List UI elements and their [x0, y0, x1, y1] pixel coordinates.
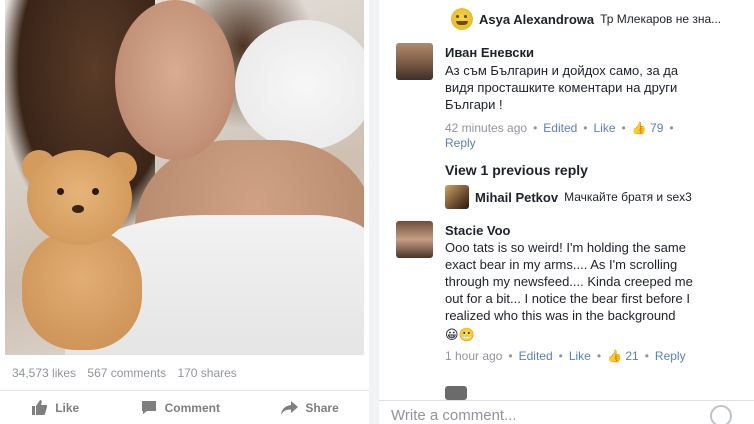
teddy-bear — [17, 150, 147, 350]
bear-nose — [72, 205, 84, 213]
meta-separator: • — [583, 121, 588, 135]
comment-stacie: Stacie Voo Ooo tats is so weird! I'm hol… — [445, 223, 750, 364]
comment-like-button[interactable]: Like — [569, 349, 591, 363]
photo-face — [115, 0, 235, 160]
photo-pillow — [235, 20, 364, 150]
comment-label: Comment — [164, 400, 220, 415]
post-stats: 34,573 likes 567 comments 170 shares — [12, 366, 245, 380]
comment-body: Аз съм Българин и дойдох само, за да вид… — [445, 62, 745, 113]
comment-meta: 42 minutes ago • Edited • Like • 👍 79 • Reply — [445, 121, 745, 151]
reaction-count[interactable]: 👍 79 — [632, 121, 664, 135]
avatar-next-reply[interactable] — [445, 386, 467, 400]
post-actions: Like Comment Share — [0, 390, 369, 424]
comment-line: realized who this was in the background — [445, 308, 676, 323]
emoji-picker-icon[interactable] — [710, 405, 732, 424]
share-button[interactable]: Share — [280, 400, 339, 416]
comments-count[interactable]: 567 comments — [87, 366, 166, 380]
view-previous-reply-link[interactable]: View 1 previous reply — [445, 162, 588, 178]
comment-line: видя просташките коментари на други — [445, 80, 678, 95]
comment-like-button[interactable]: Like — [594, 121, 616, 135]
reply-text: Мачкайте братя и sex3 — [564, 190, 692, 204]
comment-composer[interactable]: Write a comment... — [379, 400, 754, 424]
reaction-count-value: 79 — [650, 121, 664, 135]
bear-head — [27, 150, 132, 245]
thumbs-up-icon: 👍 — [631, 121, 647, 135]
bear-eye-right — [92, 188, 99, 195]
comment-line: Българи ! — [445, 97, 503, 112]
post-panel: 34,573 likes 567 comments 170 shares Lik… — [0, 0, 369, 424]
grinning-emoji-icon: 😀 — [445, 327, 459, 342]
meta-separator: • — [596, 349, 602, 363]
avatar-stacie[interactable] — [396, 221, 433, 258]
comment-line: out for a bit... I notice the bear first… — [445, 291, 690, 306]
post-photo[interactable] — [5, 0, 364, 355]
comment-time[interactable]: 1 hour ago — [445, 349, 502, 363]
comment-body: Ooo tats is so weird! I'm holding the sa… — [445, 239, 750, 343]
like-label: Like — [55, 400, 80, 415]
avatar-mihail[interactable] — [445, 185, 469, 209]
share-label: Share — [305, 400, 339, 415]
comment-line: Ooo tats is so weird! I'm holding the sa… — [445, 240, 686, 255]
reply-asya: Asya Alexandrowa Тр Млекаров не зна... — [451, 8, 721, 30]
comment-line: Аз съм Българин и дойдох само, за да — [445, 63, 679, 78]
edited-link[interactable]: Edited — [543, 121, 577, 135]
comment-ivan: Иван Еневски Аз съм Българин и дойдох са… — [445, 45, 745, 151]
commenter-name[interactable]: Stacie Voo — [445, 223, 750, 238]
edited-link[interactable]: Edited — [519, 349, 553, 363]
comment-line: through my newsfeed.... Kinda creeped me — [445, 274, 693, 289]
reply-text: Тр Млекаров не зна... — [600, 12, 722, 26]
meta-separator: • — [644, 349, 649, 363]
bear-body — [22, 230, 142, 350]
avatar-emoji-icon[interactable] — [451, 8, 473, 30]
comment-time[interactable]: 42 minutes ago — [445, 121, 527, 135]
comment-line: exact bear in my arms.... As I'm scrolli… — [445, 257, 678, 272]
comment-icon — [140, 400, 158, 416]
comment-button[interactable]: Comment — [140, 400, 220, 416]
comment-input-placeholder[interactable]: Write a comment... — [391, 407, 517, 424]
reaction-count[interactable]: 👍 21 — [607, 349, 639, 363]
meta-separator: • — [533, 121, 538, 135]
meta-separator: • — [669, 121, 674, 135]
meta-separator: • — [508, 349, 513, 363]
commenter-name[interactable]: Иван Еневски — [445, 45, 745, 60]
commenter-name[interactable]: Asya Alexandrowa — [479, 12, 594, 27]
comment-reply-button[interactable]: Reply — [445, 136, 476, 150]
commenter-name[interactable]: Mihail Petkov — [475, 190, 558, 205]
emoji-row: 😀😬 — [445, 326, 750, 343]
thumbs-up-icon — [30, 400, 48, 416]
comment-meta: 1 hour ago • Edited • Like • 👍 21 • Reply — [445, 349, 750, 364]
avatar-ivan[interactable] — [396, 43, 433, 80]
shares-count[interactable]: 170 shares — [177, 366, 236, 380]
worried-emoji-icon: 😬 — [458, 327, 475, 342]
bear-eye-left — [57, 188, 64, 195]
meta-separator: • — [621, 121, 626, 135]
share-icon — [280, 400, 298, 416]
panel-divider — [369, 0, 379, 424]
meta-separator: • — [558, 349, 563, 363]
likes-count[interactable]: 34,573 likes — [12, 366, 76, 380]
comments-panel: Asya Alexandrowa Тр Млекаров не зна... И… — [379, 0, 754, 424]
comment-reply-button[interactable]: Reply — [655, 349, 686, 363]
reply-mihail: Mihail Petkov Мачкайте братя и sex3 — [445, 185, 692, 209]
reaction-count-value: 21 — [625, 349, 639, 363]
like-button[interactable]: Like — [30, 400, 79, 416]
thumbs-up-icon: 👍 — [607, 349, 622, 363]
